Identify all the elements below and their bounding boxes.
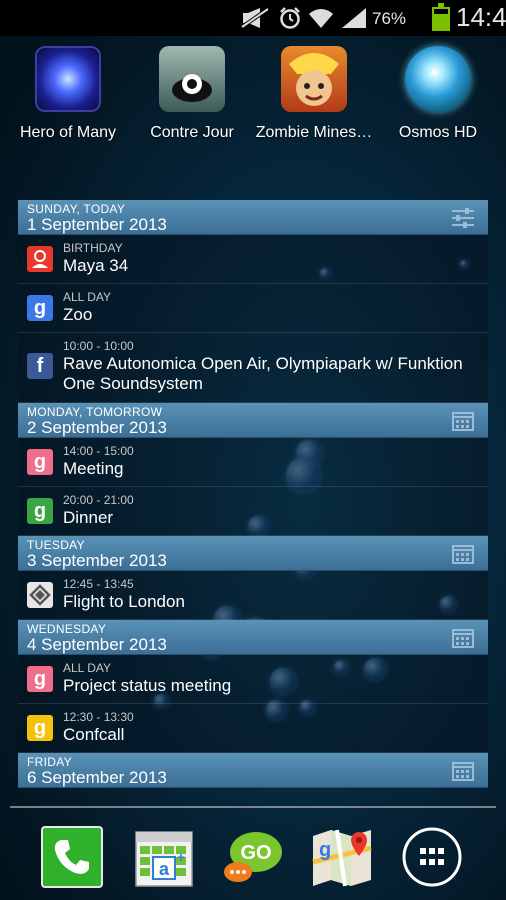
- day-date: 1 September 2013: [27, 215, 167, 234]
- event-time: ALL DAY: [63, 661, 112, 675]
- dock-divider: [10, 806, 496, 808]
- app-label: Osmos HD: [398, 124, 478, 141]
- agenda-widget[interactable]: SUNDAY, TODAY 1 September 2013 BIRTHDAY …: [18, 200, 488, 788]
- svg-text:a: a: [159, 859, 170, 879]
- event-title: Flight to London: [63, 592, 185, 611]
- day-name: MONDAY, TOMORROW: [27, 405, 163, 419]
- event-time: 14:00 - 15:00: [63, 444, 134, 458]
- event-title: Meeting: [63, 459, 124, 478]
- google-icon: g: [27, 449, 53, 475]
- signal-icon: [340, 0, 368, 36]
- status-bar: 76% 14:45: [0, 0, 506, 36]
- event-row[interactable]: g 12:30 - 13:30 Confcall: [18, 704, 488, 753]
- calendar-icon[interactable]: [452, 761, 474, 781]
- facebook-icon: f: [27, 353, 53, 379]
- day-header[interactable]: FRIDAY 6 September 2013: [18, 753, 488, 788]
- event-row[interactable]: g ALL DAY Project status meeting: [18, 655, 488, 704]
- app-zombie-mines[interactable]: Zombie Mines…: [252, 46, 376, 142]
- day-date: 3 September 2013: [27, 551, 167, 570]
- phone-icon: [41, 826, 103, 888]
- event-row[interactable]: g 14:00 - 15:00 Meeting: [18, 438, 488, 487]
- google-icon: g: [27, 498, 53, 524]
- day-name: TUESDAY: [27, 538, 85, 552]
- day-header[interactable]: SUNDAY, TODAY 1 September 2013: [18, 200, 488, 235]
- maps-app[interactable]: g: [311, 826, 373, 888]
- calendar-icon[interactable]: [452, 411, 474, 431]
- app-label: Zombie Mines…: [255, 124, 373, 141]
- exchange-icon: [27, 582, 53, 608]
- mute-icon: [240, 0, 270, 36]
- app-drawer-icon: [402, 827, 462, 887]
- google-icon: g: [27, 295, 53, 321]
- event-time: 10:00 - 10:00: [63, 339, 134, 353]
- app-label: Contre Jour: [150, 124, 234, 141]
- phone-app[interactable]: [41, 826, 103, 888]
- event-time: BIRTHDAY: [63, 241, 123, 255]
- event-time: 12:45 - 13:45: [63, 577, 134, 591]
- event-time: 20:00 - 21:00: [63, 493, 134, 507]
- maps-icon: g: [312, 829, 372, 887]
- event-title: Rave Autonomica Open Air, Olympiapark w/…: [63, 354, 463, 393]
- day-date: 2 September 2013: [27, 418, 167, 437]
- google-icon: g: [27, 666, 53, 692]
- app-label: Hero of Many: [19, 124, 117, 141]
- event-row[interactable]: g 20:00 - 21:00 Dinner: [18, 487, 488, 536]
- google-icon: g: [27, 715, 53, 741]
- day-header[interactable]: TUESDAY 3 September 2013: [18, 536, 488, 571]
- go-sms-app[interactable]: GO: [222, 826, 284, 888]
- event-title: Maya 34: [63, 256, 129, 275]
- alarm-icon: [278, 0, 302, 36]
- svg-text:+: +: [177, 849, 185, 865]
- clock: 14:45: [456, 2, 506, 32]
- battery-icon: [432, 3, 450, 31]
- settings-sliders-icon[interactable]: [452, 208, 474, 228]
- event-time: ALL DAY: [63, 290, 112, 304]
- app-contre-jour[interactable]: Contre Jour: [130, 46, 254, 142]
- zombie-mines-icon: [281, 46, 347, 112]
- day-header[interactable]: WEDNESDAY 4 September 2013: [18, 620, 488, 655]
- day-name: FRIDAY: [27, 755, 72, 769]
- event-row[interactable]: BIRTHDAY Maya 34: [18, 235, 488, 284]
- event-title: Project status meeting: [63, 676, 232, 695]
- wifi-icon: [308, 0, 334, 36]
- svg-text:g: g: [319, 839, 331, 861]
- osmos-hd-icon: [405, 46, 471, 112]
- day-date: 4 September 2013: [27, 635, 167, 654]
- event-title: Zoo: [63, 305, 93, 324]
- event-title: Dinner: [63, 508, 114, 527]
- app-hero-of-many[interactable]: Hero of Many: [6, 46, 130, 142]
- day-name: SUNDAY, TODAY: [27, 202, 126, 216]
- birthday-icon: [27, 246, 53, 272]
- svg-text:GO: GO: [240, 842, 271, 864]
- event-row[interactable]: f 10:00 - 10:00 Rave Autonomica Open Air…: [18, 333, 488, 403]
- event-row[interactable]: g ALL DAY Zoo: [18, 284, 488, 333]
- event-time: 12:30 - 13:30: [63, 710, 134, 724]
- event-title: Confcall: [63, 725, 125, 744]
- hero-of-many-icon: [35, 46, 101, 112]
- calendar-add-icon: a+: [135, 831, 193, 887]
- battery-percent: 76%: [372, 9, 407, 28]
- app-osmos-hd[interactable]: Osmos HD: [376, 46, 500, 142]
- event-row[interactable]: 12:45 - 13:45 Flight to London: [18, 571, 488, 620]
- go-sms-icon: GO: [224, 832, 282, 882]
- day-header[interactable]: MONDAY, TOMORROW 2 September 2013: [18, 403, 488, 438]
- contre-jour-icon: [159, 46, 225, 112]
- calendar-icon[interactable]: [452, 628, 474, 648]
- calendar-app[interactable]: a +: [133, 826, 195, 888]
- day-name: WEDNESDAY: [27, 622, 107, 636]
- calendar-icon[interactable]: [452, 544, 474, 564]
- app-drawer-button[interactable]: [401, 826, 463, 888]
- day-date: 6 September 2013: [27, 768, 167, 787]
- battery-fill: [434, 13, 448, 29]
